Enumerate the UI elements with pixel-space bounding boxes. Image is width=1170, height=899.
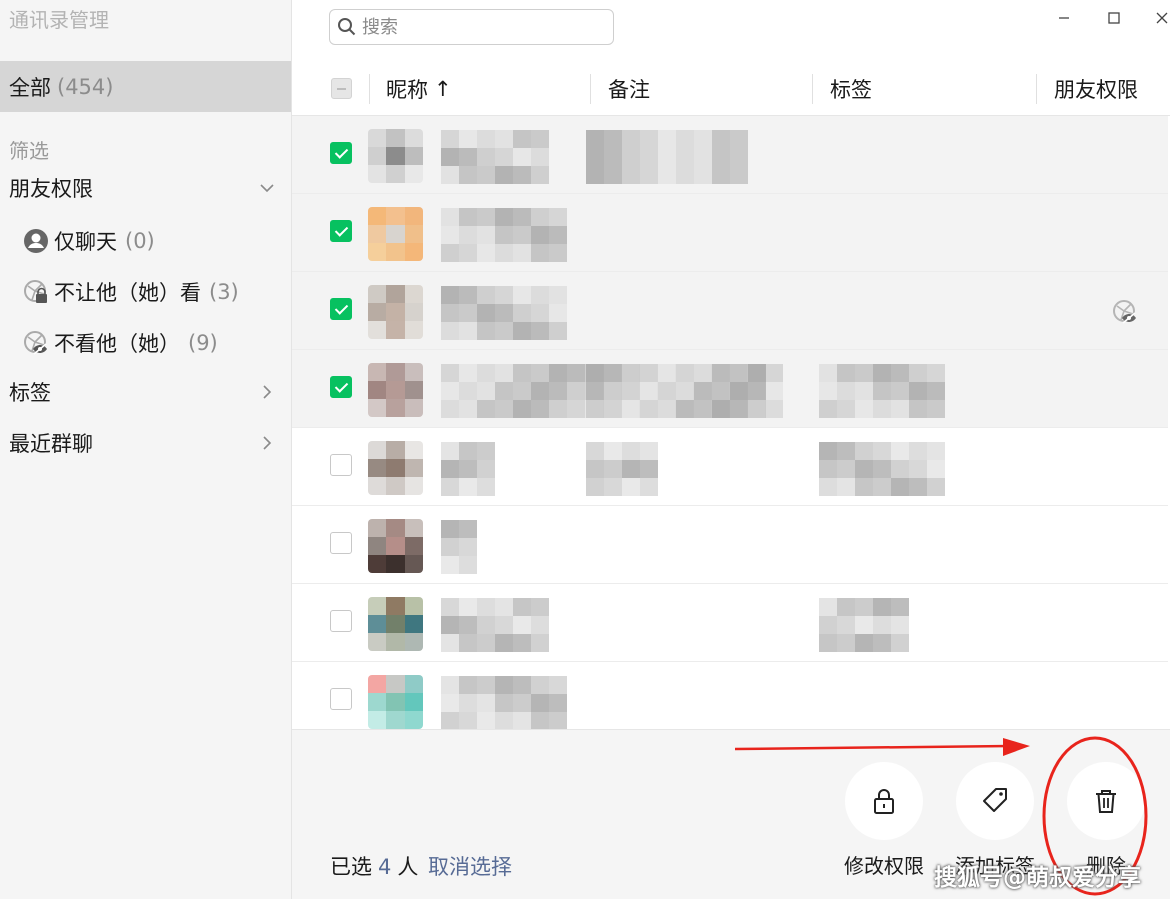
column-header-nickname[interactable]: 昵称 ↑ [386,74,452,104]
row-checkbox[interactable] [330,376,352,398]
selected-count: 4 [378,855,392,879]
row-checkbox[interactable] [330,454,352,476]
column-separator [369,74,370,104]
chat-only-icon [24,229,48,253]
friend-permission-label: 朋友权限 [9,177,93,201]
sidebar-section-tags[interactable]: 标签 [0,372,291,412]
selected-suffix: 人 [397,855,419,879]
blurred-text [441,286,567,340]
sidebar-item-chat-only[interactable]: 仅聊天 (0) [22,221,155,261]
sidebar-item-all[interactable]: 全部 (454) [0,61,291,112]
sidebar-item-all-count: (454) [57,74,114,99]
blurred-text [441,208,567,262]
blurred-text [819,364,945,418]
app-title: 通讯录管理 [9,8,109,32]
column-header-tags[interactable]: 标签 [830,74,872,104]
delete-circle [1067,762,1145,840]
avatar [368,675,423,729]
hide-moments-icon [1113,300,1136,324]
close-button[interactable] [1150,6,1170,30]
chat-only-count: (0) [125,229,155,253]
main-panel: 昵称 ↑ 备注 标签 朋友权限 已选4人 取消选择 [292,0,1170,899]
avatar [368,519,423,573]
tags-label: 标签 [9,381,51,405]
hide-their-moments-count: (9) [188,331,218,355]
search-input[interactable] [362,16,602,38]
chat-only-label: 仅聊天 [54,230,117,254]
avatar [368,285,423,339]
lock-icon [874,789,894,814]
hide-my-moments-label: 不让他（她）看 [54,281,201,305]
blurred-text [819,442,945,496]
sort-ascending-icon: ↑ [434,77,452,101]
trash-icon [1096,790,1116,813]
sidebar: 通讯录管理 全部 (454) 筛选 朋友权限 仅聊天 (0) 不让他（她）看 (… [0,0,292,899]
chevron-right-icon [263,436,272,450]
blurred-text [586,130,748,184]
select-all-checkbox[interactable] [331,78,352,99]
hide-my-moments-count: (3) [209,280,239,304]
cancel-selection-link[interactable]: 取消选择 [428,851,512,881]
avatar [368,441,423,495]
maximize-button[interactable] [1102,6,1126,30]
blurred-text [819,598,909,652]
sidebar-section-recent-groups[interactable]: 最近群聊 [0,423,291,463]
contact-row[interactable] [292,428,1168,506]
contact-row[interactable] [292,350,1168,428]
chevron-down-icon [260,184,274,193]
column-header-permission[interactable]: 朋友权限 [1054,74,1138,104]
selected-prefix: 已选 [330,855,372,879]
contact-row[interactable] [292,506,1168,584]
tag-icon [983,788,1007,812]
row-checkbox[interactable] [330,610,352,632]
row-checkbox[interactable] [330,220,352,242]
nickname-header-label: 昵称 [386,78,428,102]
avatar [368,129,423,183]
chevron-right-icon [263,385,272,399]
search-icon [338,18,356,36]
watermark: 搜狐号@萌叔爱分享 [934,865,1141,891]
blurred-text [441,676,567,730]
column-header-remark[interactable]: 备注 [608,74,650,104]
filter-label: 筛选 [9,139,49,163]
selected-count-text: 已选 4 人 [330,851,418,881]
row-checkbox[interactable] [330,532,352,554]
column-separator [1036,74,1037,104]
sidebar-item-hide-their-moments[interactable]: 不看他（她） (9) [22,323,218,363]
blurred-text [441,442,495,496]
sidebar-item-hide-my-moments[interactable]: 不让他（她）看 (3) [22,272,239,312]
row-checkbox[interactable] [330,142,352,164]
contacts-manager-window: 通讯录管理 全部 (454) 筛选 朋友权限 仅聊天 (0) 不让他（她）看 (… [0,0,1170,899]
column-separator [590,74,591,104]
modify-permission-circle [845,762,923,840]
avatar [368,207,423,261]
contact-row[interactable] [292,272,1168,350]
column-separator [812,74,813,104]
hide-their-moments-label: 不看他（她） [54,332,180,356]
recent-groups-label: 最近群聊 [9,432,93,456]
contact-row[interactable] [292,194,1168,272]
hide-moments-icon [24,331,47,355]
blurred-text [441,130,549,184]
modify-permission-button[interactable]: 修改权限 [844,762,924,879]
blurred-text [441,598,549,652]
lock-moments-icon [24,280,47,303]
contact-row[interactable] [292,584,1168,662]
blurred-text [441,520,477,574]
sidebar-item-all-label: 全部 [9,75,51,100]
row-checkbox[interactable] [330,298,352,320]
blurred-text [586,442,658,496]
avatar [368,597,423,651]
minimize-button[interactable] [1052,6,1076,30]
sidebar-section-friend-permission[interactable]: 朋友权限 [0,168,291,208]
modify-permission-label: 修改权限 [844,854,924,878]
contact-row[interactable] [292,116,1168,194]
add-tag-circle [956,762,1034,840]
row-checkbox[interactable] [330,688,352,710]
table-header: 昵称 ↑ 备注 标签 朋友权限 [292,62,1170,116]
search-box[interactable] [329,9,614,45]
avatar [368,363,423,417]
blurred-text [586,364,766,418]
